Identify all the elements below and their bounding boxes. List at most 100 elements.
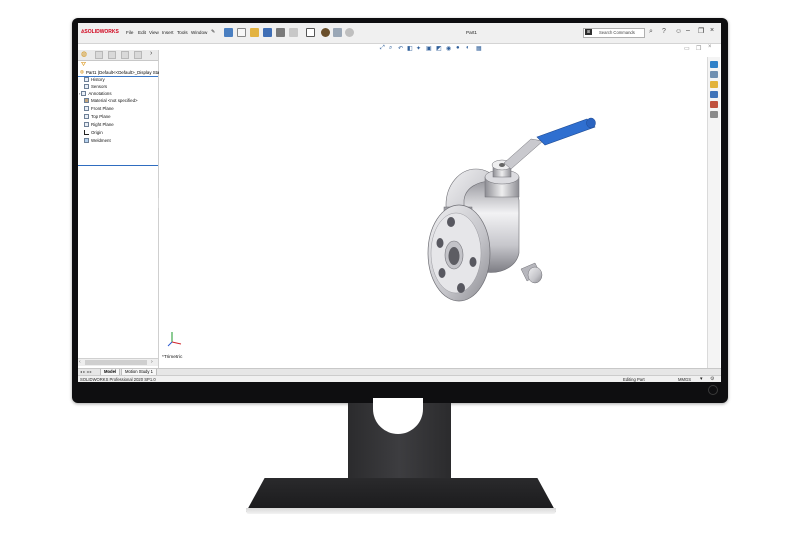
dynamic-annotation-icon[interactable]: ✦ bbox=[416, 45, 421, 52]
bolt-hole bbox=[436, 238, 444, 248]
help-icon[interactable]: ? bbox=[662, 28, 666, 35]
pin-icon[interactable]: ✎ bbox=[211, 29, 215, 35]
menu-insert[interactable]: Insert bbox=[162, 30, 174, 35]
graphics-area[interactable] bbox=[159, 57, 704, 368]
appearances-icon[interactable] bbox=[710, 101, 718, 108]
menu-file[interactable]: File bbox=[126, 30, 133, 35]
expand-arrow-icon[interactable]: › bbox=[79, 91, 80, 96]
annotation-icon bbox=[81, 91, 87, 97]
status-bar: SOLIDWORKS Professional 2020 SP1.0 Editi… bbox=[78, 375, 721, 382]
part-icon: ◍ bbox=[80, 69, 84, 74]
bolt-hole bbox=[438, 268, 446, 278]
solidworks-logo[interactable]: ᕕSOLIDWORKS bbox=[81, 29, 119, 35]
bolt-hole bbox=[469, 257, 477, 267]
tree-item-top-plane[interactable]: Top Plane bbox=[84, 114, 111, 121]
rollback-bar[interactable] bbox=[78, 165, 158, 166]
bolt-hole bbox=[457, 283, 465, 293]
tree-item-front-plane[interactable]: Front Plane bbox=[84, 106, 114, 113]
menu-edit[interactable]: Edit bbox=[138, 30, 146, 35]
print-icon[interactable] bbox=[276, 28, 285, 37]
lever-arm bbox=[503, 138, 544, 170]
minimize-window-icon[interactable]: – bbox=[686, 27, 690, 34]
feature-manager-panel: ◍ › ⛛ ◍ Part1 (Default<<Default>_Display… bbox=[78, 50, 163, 368]
history-icon bbox=[84, 77, 89, 83]
zoom-area-icon[interactable]: ⌕ bbox=[389, 45, 392, 52]
handle-end bbox=[586, 117, 596, 129]
tree-item-material[interactable]: Material <not specified> bbox=[84, 98, 138, 105]
tree-item-right-plane[interactable]: Right Plane bbox=[84, 122, 114, 129]
menu-window[interactable]: Window bbox=[191, 30, 207, 35]
tree-item-history[interactable]: History bbox=[84, 77, 105, 84]
search-commands-field[interactable]: ⊞ Search Commands bbox=[583, 28, 645, 38]
drain-plug-head bbox=[527, 266, 543, 284]
save-icon[interactable] bbox=[263, 28, 272, 37]
tree-item-origin[interactable]: Origin bbox=[84, 130, 103, 137]
ball-valve-model[interactable] bbox=[427, 117, 596, 302]
display-manager-tab-icon[interactable] bbox=[134, 51, 142, 59]
model-viewport[interactable] bbox=[159, 57, 704, 368]
dimxpert-tab-icon[interactable] bbox=[121, 51, 129, 59]
heads-up-view-toolbar: ⤢ ⌕ ↶ ◧ ✦ ▣ ◩ ◉ ● ◐ ▦ bbox=[378, 43, 578, 55]
user-account-icon[interactable]: ☺ bbox=[675, 28, 682, 35]
stem-slot bbox=[499, 163, 505, 167]
home-icon[interactable] bbox=[224, 28, 233, 37]
design-library-icon[interactable] bbox=[710, 71, 718, 78]
tree-item-annotations[interactable]: › Annotations bbox=[79, 91, 112, 98]
status-settings-icon[interactable]: ⚙ bbox=[710, 376, 714, 382]
graphics-close-icon[interactable]: × bbox=[708, 44, 712, 50]
new-document-icon[interactable] bbox=[237, 28, 246, 37]
rebuild-icon[interactable] bbox=[321, 28, 330, 37]
options-gear-icon[interactable] bbox=[345, 28, 354, 37]
weldment-icon bbox=[84, 138, 89, 144]
close-window-icon[interactable]: × bbox=[710, 27, 714, 34]
title-bar: ᕕSOLIDWORKS File Edit View Insert Tools … bbox=[78, 23, 721, 44]
select-arrow-icon[interactable] bbox=[306, 28, 315, 37]
view-orientation-icon[interactable]: ▣ bbox=[426, 45, 432, 52]
view-orientation-label: *Trimetric bbox=[162, 355, 183, 360]
hide-show-items-icon[interactable]: ◉ bbox=[446, 45, 451, 52]
previous-view-icon[interactable]: ↶ bbox=[398, 45, 403, 52]
sensor-icon bbox=[84, 84, 89, 90]
scroll-thumb[interactable] bbox=[85, 360, 147, 365]
scroll-right-icon[interactable]: › bbox=[151, 359, 153, 365]
filter-icon[interactable]: ⛛ bbox=[81, 62, 86, 69]
reference-triad bbox=[167, 332, 182, 347]
tab-scroll-icons[interactable]: ◂ ▸ ◂ ▸ bbox=[80, 369, 92, 374]
restore-window-icon[interactable]: ❐ bbox=[698, 27, 704, 35]
origin-icon bbox=[84, 130, 89, 136]
chevron-right-icon[interactable]: › bbox=[150, 50, 152, 57]
file-properties-icon[interactable] bbox=[333, 28, 342, 37]
panel-horizontal-scrollbar[interactable]: ‹ › bbox=[78, 358, 158, 366]
scroll-left-icon[interactable]: ‹ bbox=[79, 359, 81, 365]
graphics-minimize-icon[interactable]: ▭ bbox=[684, 45, 690, 52]
search-icon[interactable]: ⌕ bbox=[649, 28, 653, 36]
menu-tools[interactable]: Tools bbox=[177, 30, 188, 35]
menu-view[interactable]: View bbox=[149, 30, 159, 35]
custom-properties-icon[interactable] bbox=[710, 111, 718, 118]
power-button bbox=[708, 385, 718, 395]
app-screen: ᕕSOLIDWORKS File Edit View Insert Tools … bbox=[78, 23, 721, 382]
plane-icon bbox=[84, 106, 89, 112]
tree-root-part[interactable]: ◍ Part1 (Default<<Default>_Display State bbox=[78, 69, 163, 77]
section-view-icon[interactable]: ◧ bbox=[407, 45, 413, 52]
view-palette-icon[interactable] bbox=[710, 91, 718, 98]
solidworks-resources-icon[interactable] bbox=[710, 61, 718, 68]
search-scope-icon[interactable]: ⊞ bbox=[585, 29, 592, 35]
property-manager-tab-icon[interactable] bbox=[95, 51, 103, 59]
configuration-manager-tab-icon[interactable] bbox=[108, 51, 116, 59]
display-style-icon[interactable]: ◩ bbox=[436, 45, 442, 52]
zoom-to-fit-icon[interactable]: ⤢ bbox=[380, 45, 385, 52]
units-dropdown-icon[interactable]: ▾ bbox=[700, 376, 703, 382]
edit-appearance-icon[interactable]: ● bbox=[456, 45, 460, 51]
graphics-restore-icon[interactable]: ❐ bbox=[696, 45, 701, 52]
tree-item-weldment[interactable]: Weldment bbox=[84, 138, 111, 145]
feature-manager-tab-icon[interactable]: ◍ bbox=[81, 50, 87, 58]
undo-icon[interactable] bbox=[289, 28, 298, 37]
view-settings-icon[interactable]: ▦ bbox=[476, 45, 482, 52]
file-explorer-icon[interactable] bbox=[710, 81, 718, 88]
open-folder-icon[interactable] bbox=[250, 28, 259, 37]
tree-item-sensors[interactable]: Sensors bbox=[84, 84, 107, 91]
status-units[interactable]: MMGS bbox=[678, 377, 691, 382]
material-icon bbox=[84, 98, 89, 104]
apply-scene-icon[interactable]: ◐ bbox=[466, 45, 470, 51]
